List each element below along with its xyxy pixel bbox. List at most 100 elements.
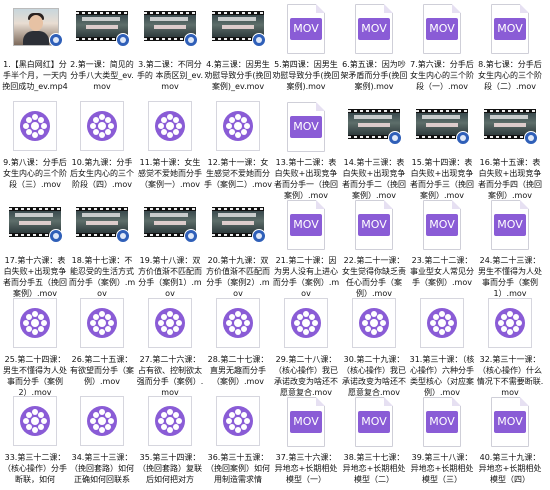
file-grid: 1.【黑白网红】分手半个月，一天内挽回成功_ev.mp4 2.第一课：简见的分手八… xyxy=(0,0,550,490)
mov-badge-text: MOV xyxy=(497,22,523,35)
file-name: 10.第九课：分手后女生内心的三个阶段（四）.mov xyxy=(70,158,134,189)
mov-file-icon: MOV xyxy=(476,395,544,451)
video-thumbnail-icon xyxy=(68,198,136,254)
file-item[interactable]: MOV 7.第六课：分手后女生内心的三个阶段（一）.mov xyxy=(408,2,476,100)
video-thumbnail-icon xyxy=(204,2,272,58)
file-name: 25.第二十四课：男生不懂得为人处事而分手（案例2）.mov xyxy=(3,355,67,397)
video-reel-icon xyxy=(476,297,544,353)
file-name: 7.第六课：分手后女生内心的三个阶段（一）.mov xyxy=(410,60,474,91)
file-item[interactable]: 1.【黑白网红】分手半个月，一天内挽回成功_ev.mp4 xyxy=(1,2,69,100)
file-item[interactable]: 35.第三十四课：（挽回套路）复联后如何把对方 xyxy=(136,395,204,488)
video-reel-icon xyxy=(136,395,204,451)
file-item[interactable]: MOV 6.第五课：因为吵架矛盾而分手(挽回案例).mov xyxy=(340,2,408,100)
file-name: 35.第三十四课：（挽回套路）复联后如何把对方 xyxy=(138,453,202,484)
mov-file-icon: MOV xyxy=(272,395,340,451)
file-name: 17.第十六课：表白失败+出现竞争者而分手五（挽回案例）.mov xyxy=(3,256,67,298)
file-item[interactable]: 33.第三十二课：（核心操作）分手断联，如何 xyxy=(1,395,69,488)
file-item[interactable]: 31.第三十课：（核心操作）六种分手类型核心（对应案例）.mov xyxy=(408,297,476,397)
file-item[interactable]: 17.第十六课：表白失败+出现竞争者而分手五（挽回案例）.mov xyxy=(1,198,69,298)
file-item[interactable]: 27.第二十六课：占有欲、控制欲太强而分手（案例）.mov xyxy=(136,297,204,397)
video-reel-icon xyxy=(204,395,272,451)
file-name: 33.第三十二课：（核心操作）分手断联，如何 xyxy=(3,453,67,484)
file-item[interactable]: 30.第二十九课：（核心操作）我已承诺改变为啥还不愿意复合.mov xyxy=(340,297,408,397)
file-item[interactable]: MOV 23.第二十二课：事业型女人常见分手（案例）.mov xyxy=(408,198,476,296)
file-item[interactable]: 3.第二课：不同分手的 本质区别_ev.mov xyxy=(136,2,204,100)
file-item[interactable]: MOV 8.第七课：分手后女生内心的三个阶段（二）.mov xyxy=(476,2,544,100)
video-reel-icon xyxy=(340,297,408,353)
mov-file-icon: MOV xyxy=(340,198,408,254)
file-name: 24.第二十三课：男生不懂得为人处事而分手（案例1）.mov xyxy=(478,256,542,298)
file-item[interactable]: MOV 22.第二十一课：女生觉得你缺乏责任心而分手（案例）.mov xyxy=(340,198,408,298)
file-item[interactable]: 28.第二十七课：直男无趣而分手（案例）.mov xyxy=(204,297,272,395)
file-item[interactable]: MOV 38.第三十七课：异地恋+长期相处模型（二） xyxy=(340,395,408,488)
file-name: 19.第十八课：双方价值渐不匹配而分手（案例1）.mov xyxy=(138,256,202,298)
file-item[interactable]: MOV 24.第二十三课：男生不懂得为人处事而分手（案例1）.mov xyxy=(476,198,544,298)
file-name: 11.第十课：女生感觉不爱她而分手（案例一）.mov xyxy=(138,158,202,189)
file-item[interactable]: 36.第三十五课：（挽回案例）如何用制造需求情 xyxy=(204,395,272,488)
file-item[interactable]: 12.第十一课：女生感觉不爱她而分手（案例二）.mov xyxy=(204,100,272,198)
file-name: 5.第四课：因男生劝慰导致分手(挽回案例).mov xyxy=(272,60,340,91)
file-name: 34.第三十三课：（挽回套路）如何正确如何回联系 xyxy=(70,453,134,484)
video-thumbnail-icon xyxy=(204,198,272,254)
file-item[interactable]: 20.第十九课：双方价值渐不匹配而分手（案例2）.mov xyxy=(204,198,272,298)
file-name: 38.第三十七课：异地恋+长期相处模型（二） xyxy=(342,453,406,484)
file-item[interactable]: 34.第三十三课：（挽回套路）如何正确如何回联系 xyxy=(68,395,136,488)
file-item[interactable]: 9.第八课：分手后女生内心的三个阶段（三）.mov xyxy=(1,100,69,198)
video-thumbnail-icon xyxy=(340,100,408,156)
file-name: 2.第一课：简见的分手八大类型_ev.mov xyxy=(70,60,134,91)
mov-badge-text: MOV xyxy=(293,415,319,428)
file-name: 37.第三十六课：异地恋+长期相处模型（一） xyxy=(274,453,338,484)
file-item[interactable]: MOV 13.第十二课：表白失败+出现竞争者而分手一（挽回案例）.mov xyxy=(272,100,340,200)
file-name: 12.第十一课：女生感觉不爱她而分手（案例二）.mov xyxy=(204,158,272,189)
mov-badge-text: MOV xyxy=(497,415,523,428)
file-item[interactable]: MOV 5.第四课：因男生劝慰导致分手(挽回案例).mov xyxy=(272,2,340,100)
file-name: 39.第三十八课：异地恋+长期相处模型（三） xyxy=(410,453,474,484)
file-item[interactable]: MOV 37.第三十六课：异地恋+长期相处模型（一） xyxy=(272,395,340,488)
mov-badge-text: MOV xyxy=(429,22,455,35)
file-item[interactable]: 15.第十四课：表白失败+出现竞争者而分手三（挽回案例）.mov xyxy=(408,100,476,200)
file-item[interactable]: 14.第十三课：表白失败+出现竞争者而分手二（挽回案例）.mov xyxy=(340,100,408,200)
file-item[interactable]: 26.第二十五课：有欲望而分手（案例）.mov xyxy=(68,297,136,395)
file-name: 21.第二十课：因为男人没有上进心而分手（案例）.mov xyxy=(272,256,340,298)
mov-file-icon: MOV xyxy=(272,100,340,156)
file-name: 9.第八课：分手后女生内心的三个阶段（三）.mov xyxy=(3,158,67,189)
file-name: 3.第二课：不同分手的 本质区别_ev.mov xyxy=(136,60,204,91)
mov-file-icon: MOV xyxy=(476,2,544,58)
file-name: 16.第十五课：表白失败+出现竞争者而分手四（挽回案例）.mov xyxy=(478,158,542,200)
file-name: 8.第七课：分手后女生内心的三个阶段（二）.mov xyxy=(478,60,542,91)
file-item[interactable]: 25.第二十四课：男生不懂得为人处事而分手（案例2）.mov xyxy=(1,297,69,397)
video-reel-icon xyxy=(1,100,69,156)
file-item[interactable]: MOV 21.第二十课：因为男人没有上进心而分手（案例）.mov xyxy=(272,198,340,298)
file-item[interactable]: MOV 39.第三十八课：异地恋+长期相处模型（三） xyxy=(408,395,476,488)
file-item[interactable]: 19.第十八课：双方价值渐不匹配而分手（案例1）.mov xyxy=(136,198,204,298)
file-name: 26.第二十五课：有欲望而分手（案例）.mov xyxy=(70,355,134,386)
mov-badge-text: MOV xyxy=(293,22,319,35)
file-item[interactable]: 29.第二十八课：（核心操作）我已承诺改变为啥还不愿意复合.mov xyxy=(272,297,340,397)
file-item[interactable]: 4.第三课：因男生劝慰导致分手(挽回案例)_ev.mov xyxy=(204,2,272,100)
video-reel-icon xyxy=(1,297,69,353)
file-item[interactable]: MOV 40.第三十九课：异地恋+长期相处模型（四） xyxy=(476,395,544,488)
file-name: 4.第三课：因男生劝慰导致分手(挽回案例)_ev.mov xyxy=(204,60,272,91)
file-item[interactable]: 32.第三十一课：（核心操作）什么情况下不需要断联.mov xyxy=(476,297,544,397)
video-reel-icon xyxy=(408,297,476,353)
video-thumbnail-icon xyxy=(408,100,476,156)
file-name: 1.【黑白网红】分手半个月，一天内挽回成功_ev.mp4 xyxy=(2,60,68,91)
mov-badge-text: MOV xyxy=(361,415,387,428)
video-reel-icon xyxy=(68,395,136,451)
video-thumbnail-icon xyxy=(1,2,69,58)
file-item[interactable]: 2.第一课：简见的分手八大类型_ev.mov xyxy=(68,2,136,100)
mov-file-icon: MOV xyxy=(408,395,476,451)
mov-badge-text: MOV xyxy=(361,218,387,231)
file-item[interactable]: 10.第九课：分手后女生内心的三个阶段（四）.mov xyxy=(68,100,136,198)
video-thumbnail-icon xyxy=(136,2,204,58)
file-item[interactable]: 16.第十五课：表白失败+出现竞争者而分手四（挽回案例）.mov xyxy=(476,100,544,200)
video-reel-icon xyxy=(136,297,204,353)
video-thumbnail-icon xyxy=(68,2,136,58)
file-name: 22.第二十一课：女生觉得你缺乏责任心而分手（案例）.mov xyxy=(342,256,406,298)
file-item[interactable]: 11.第十课：女生感觉不爱她而分手（案例一）.mov xyxy=(136,100,204,198)
video-reel-icon xyxy=(136,100,204,156)
mov-file-icon: MOV xyxy=(408,198,476,254)
video-reel-icon xyxy=(68,297,136,353)
file-item[interactable]: 18.第十七课：不能忍受的生活方式而分手（案例）.mov xyxy=(68,198,136,298)
mov-file-icon: MOV xyxy=(272,198,340,254)
